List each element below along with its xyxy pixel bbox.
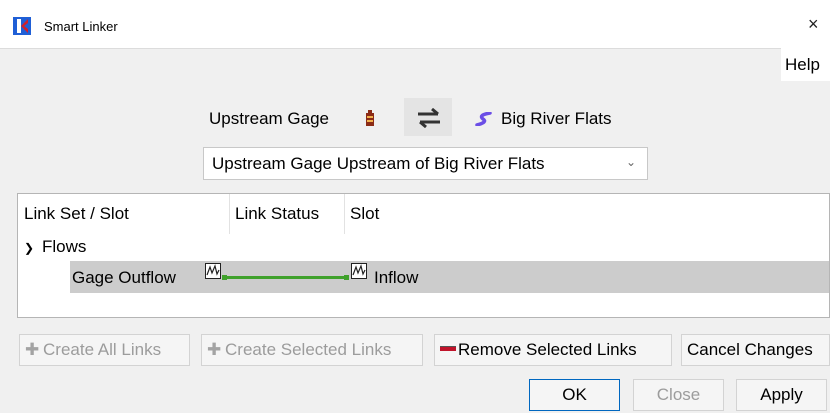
column-header-link-status[interactable]: Link Status bbox=[235, 194, 319, 234]
title-bar bbox=[0, 0, 830, 48]
link-end-marker bbox=[344, 275, 349, 280]
apply-label: Apply bbox=[760, 385, 803, 404]
series-slot-icon bbox=[351, 263, 367, 279]
column-divider[interactable] bbox=[344, 194, 345, 234]
downstream-object-label: Big River Flats bbox=[501, 109, 612, 128]
remove-selected-links-label: Remove Selected Links bbox=[458, 340, 637, 359]
chevron-down-icon: ⌄ bbox=[626, 155, 637, 169]
series-slot-icon bbox=[205, 263, 221, 279]
link-set-select-value: Upstream Gage Upstream of Big River Flat… bbox=[212, 154, 545, 173]
swap-objects-button[interactable] bbox=[404, 98, 452, 136]
reach-icon bbox=[475, 112, 492, 126]
link-line bbox=[225, 276, 348, 279]
target-slot-label: Inflow bbox=[374, 268, 419, 287]
close-label: Close bbox=[656, 385, 701, 404]
help-menu[interactable]: Help bbox=[781, 48, 830, 81]
link-tree[interactable]: Link Set / Slot Link Status Slot ❯ Flows … bbox=[17, 193, 830, 318]
close-button[interactable]: Close bbox=[633, 379, 724, 411]
create-selected-links-button[interactable]: ✚ Create Selected Links bbox=[201, 334, 423, 366]
column-divider[interactable] bbox=[229, 194, 230, 234]
create-all-links-button[interactable]: ✚ Create All Links bbox=[19, 334, 190, 366]
menu-divider bbox=[0, 48, 830, 49]
ok-button[interactable]: OK bbox=[529, 379, 620, 411]
close-window-icon[interactable]: × bbox=[808, 14, 819, 35]
link-set-select[interactable]: Upstream Gage Upstream of Big River Flat… bbox=[203, 147, 648, 180]
create-all-links-label: Create All Links bbox=[43, 340, 162, 359]
column-header-slot[interactable]: Slot bbox=[350, 194, 379, 234]
table-row[interactable] bbox=[70, 261, 829, 293]
ok-label: OK bbox=[562, 385, 587, 404]
tree-group-label: Flows bbox=[42, 237, 87, 256]
create-selected-links-label: Create Selected Links bbox=[225, 340, 392, 359]
apply-button[interactable]: Apply bbox=[736, 379, 827, 411]
tree-group-flows[interactable]: ❯ Flows bbox=[24, 237, 86, 257]
cancel-changes-button[interactable]: Cancel Changes bbox=[681, 334, 830, 366]
swap-arrows-icon bbox=[418, 108, 440, 128]
plus-icon: ✚ bbox=[25, 340, 40, 359]
remove-selected-links-button[interactable]: Remove Selected Links bbox=[434, 334, 672, 366]
source-slot-label: Gage Outflow bbox=[72, 268, 176, 287]
column-header-link-set[interactable]: Link Set / Slot bbox=[24, 194, 129, 234]
stream-gage-icon bbox=[366, 110, 374, 126]
window-title: Smart Linker bbox=[44, 19, 118, 34]
upstream-object-label: Upstream Gage bbox=[209, 109, 329, 128]
app-icon bbox=[13, 17, 31, 35]
menu-bar bbox=[0, 48, 830, 81]
cancel-changes-label: Cancel Changes bbox=[687, 340, 813, 359]
remove-link-icon bbox=[440, 345, 456, 351]
plus-icon: ✚ bbox=[207, 340, 222, 359]
chevron-down-icon[interactable]: ❯ bbox=[24, 241, 42, 255]
